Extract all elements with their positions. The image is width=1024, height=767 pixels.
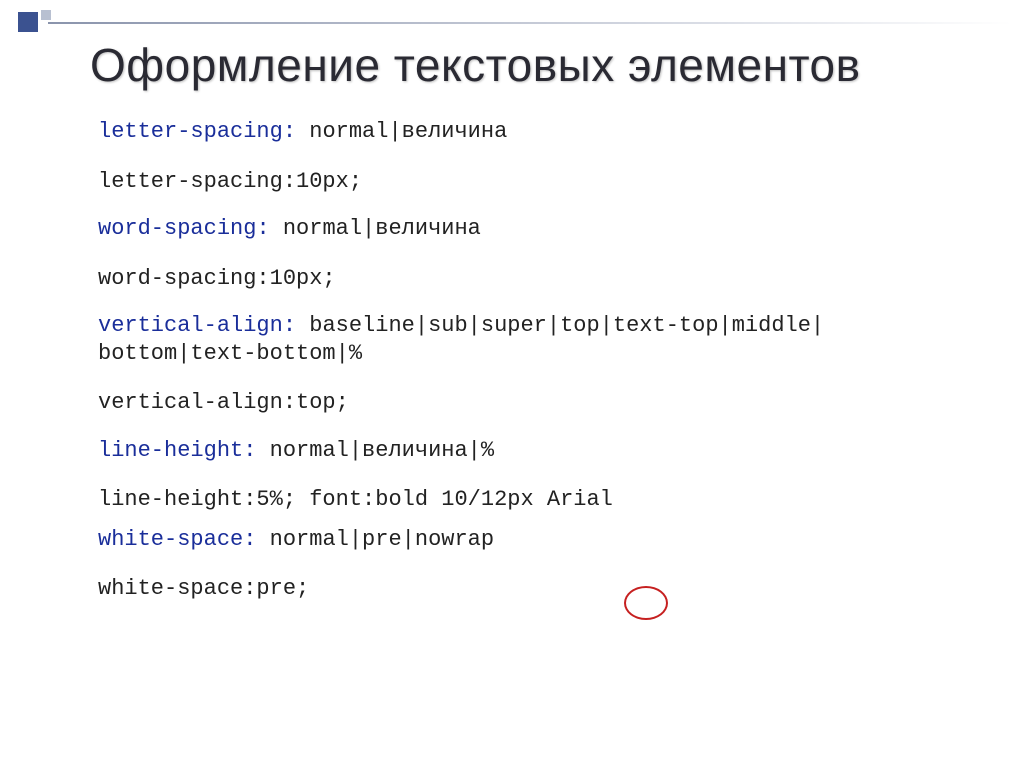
example-word-spacing: word-spacing:10px; — [98, 265, 964, 293]
content: letter-spacing: normal|величина letter-s… — [98, 118, 964, 623]
colon: : — [283, 119, 309, 144]
example-line-height: line-height:5%; font:bold 10/12px Arial — [98, 486, 964, 514]
rule-vertical-align: vertical-align: baseline|sub|super|top|t… — [98, 312, 964, 367]
rule-white-space: white-space: normal|pre|nowrap — [98, 526, 964, 554]
val-letter-spacing: normal|величина — [309, 119, 507, 144]
example-letter-spacing: letter-spacing:10px; — [98, 168, 964, 196]
colon: : — [256, 216, 282, 241]
decor-squares — [18, 12, 51, 32]
decor-square-small — [41, 10, 51, 20]
val-line-height: normal|величина|% — [270, 438, 494, 463]
slide: Оформление текстовых элементов letter-sp… — [0, 0, 1024, 767]
prop-white-space: white-space — [98, 527, 243, 552]
example-vertical-align: vertical-align:top; — [98, 389, 964, 417]
rule-line-height: line-height: normal|величина|% — [98, 437, 964, 465]
example-white-space: white-space:pre; — [98, 575, 964, 603]
rule-word-spacing: word-spacing: normal|величина — [98, 215, 964, 243]
colon: : — [243, 438, 269, 463]
prop-vertical-align: vertical-align — [98, 313, 283, 338]
rule-letter-spacing: letter-spacing: normal|величина — [98, 118, 964, 146]
val-word-spacing: normal|величина — [283, 216, 481, 241]
prop-line-height: line-height — [98, 438, 243, 463]
prop-word-spacing: word-spacing — [98, 216, 256, 241]
decor-line — [48, 22, 1012, 24]
slide-title: Оформление текстовых элементов — [90, 38, 861, 92]
prop-letter-spacing: letter-spacing — [98, 119, 283, 144]
val-white-space: normal|pre|nowrap — [270, 527, 494, 552]
colon: : — [243, 527, 269, 552]
decor-square-big — [18, 12, 38, 32]
colon: : — [283, 313, 309, 338]
